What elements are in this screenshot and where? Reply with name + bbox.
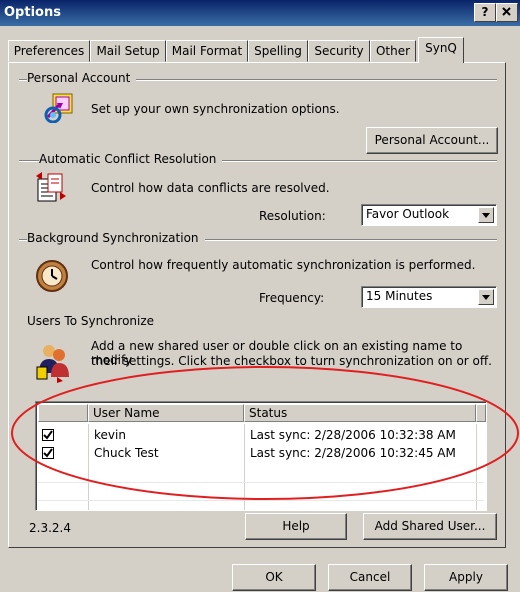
cancel-button[interactable]: Cancel	[328, 564, 412, 591]
users-list[interactable]: User Name Status kevin Last sync: 2/28/2…	[35, 401, 487, 511]
resolution-select[interactable]: Favor Outlook	[361, 204, 497, 226]
close-button[interactable]	[496, 3, 518, 22]
users-description-line2: their settings. Click the checkbox to tu…	[91, 354, 492, 368]
status-cell: Last sync: 2/28/2006 10:32:45 AM	[250, 446, 456, 460]
clock-icon	[36, 260, 68, 292]
user-name-cell: kevin	[94, 428, 126, 442]
tab-mail-setup[interactable]: Mail Setup	[90, 40, 166, 62]
chevron-down-icon[interactable]	[478, 207, 494, 223]
resolution-label: Resolution:	[259, 209, 326, 223]
table-row[interactable]: kevin Last sync: 2/28/2006 10:32:38 AM	[38, 426, 484, 444]
personal-account-button[interactable]: Personal Account...	[366, 127, 498, 154]
grid-line	[38, 500, 484, 501]
options-dialog: Options ? Preferences Mail Setup Mail Fo…	[0, 0, 520, 592]
background-group-label: Background Synchronization	[27, 231, 205, 245]
tab-security[interactable]: Security	[308, 40, 370, 62]
status-cell: Last sync: 2/28/2006 10:32:38 AM	[250, 428, 456, 442]
sync-account-icon	[44, 93, 73, 123]
user-name-cell: Chuck Test	[94, 446, 159, 460]
grid-line	[88, 424, 89, 510]
conflict-description: Control how data conflicts are resolved.	[91, 181, 330, 195]
chevron-down-icon[interactable]	[478, 289, 494, 305]
grid-line	[244, 424, 245, 510]
users-icon	[36, 345, 69, 383]
tab-other[interactable]: Other	[370, 40, 416, 62]
user-name-column-header[interactable]: User Name	[88, 404, 244, 422]
frequency-value: 15 Minutes	[366, 289, 433, 303]
background-description: Control how frequently automatic synchro…	[91, 258, 476, 272]
grid-line	[38, 482, 484, 483]
resolution-value: Favor Outlook	[366, 207, 450, 221]
status-column-header[interactable]: Status	[244, 404, 476, 422]
conflict-group-label: Automatic Conflict Resolution	[39, 152, 223, 166]
add-shared-user-button[interactable]: Add Shared User...	[363, 513, 497, 540]
apply-button[interactable]: Apply	[424, 564, 508, 591]
personal-account-description: Set up your own synchronization options.	[91, 102, 340, 116]
tab-mail-format[interactable]: Mail Format	[166, 40, 248, 62]
help-button[interactable]: Help	[245, 513, 347, 540]
frequency-label: Frequency:	[259, 291, 325, 305]
window-title: Options	[4, 5, 61, 20]
sync-checkbox[interactable]	[42, 447, 54, 459]
checkmark-icon	[43, 448, 53, 458]
close-icon	[502, 7, 511, 16]
help-title-button[interactable]: ?	[474, 3, 496, 22]
version-label: 2.3.2.4	[29, 521, 71, 535]
table-row[interactable]: Chuck Test Last sync: 2/28/2006 10:32:45…	[38, 444, 484, 462]
column-header-filler	[476, 404, 486, 422]
tab-preferences[interactable]: Preferences	[8, 40, 90, 62]
tab-spelling[interactable]: Spelling	[248, 40, 308, 62]
checkmark-icon	[43, 430, 53, 440]
checkbox-column-header[interactable]	[38, 404, 88, 422]
frequency-select[interactable]: 15 Minutes	[361, 286, 497, 308]
sync-checkbox[interactable]	[42, 429, 54, 441]
title-bar: Options ?	[0, 0, 520, 26]
grid-line	[476, 424, 477, 510]
document-conflict-icon	[36, 172, 66, 202]
ok-button[interactable]: OK	[232, 564, 316, 591]
synq-panel: Personal Account Set up your own synchro…	[8, 62, 506, 548]
tab-synq[interactable]: SynQ	[418, 37, 464, 63]
personal-account-group-label: Personal Account	[27, 71, 137, 85]
users-group-label: Users To Synchronize	[27, 314, 161, 328]
